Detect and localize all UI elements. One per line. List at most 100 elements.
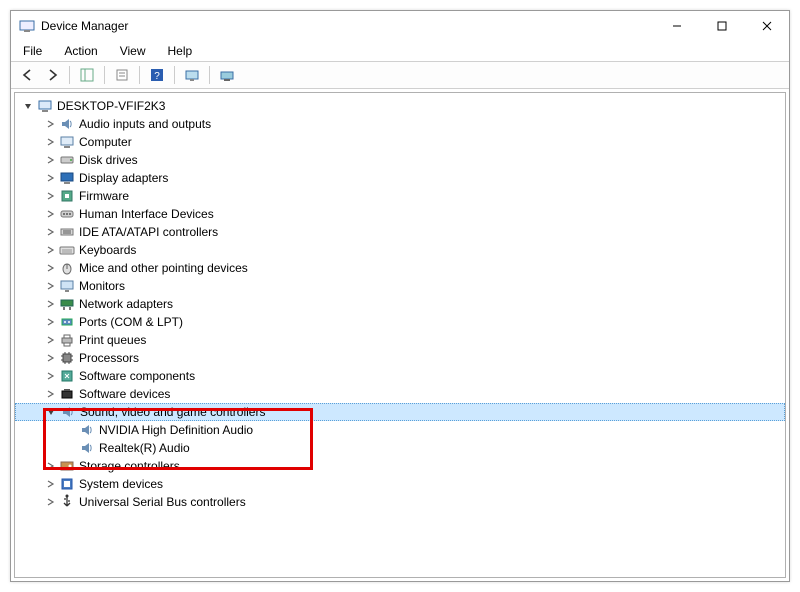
- chevron-right-icon[interactable]: [43, 333, 57, 347]
- maximize-button[interactable]: [699, 11, 744, 41]
- tree-category[interactable]: System devices: [15, 475, 785, 493]
- tree-category-label: Ports (COM & LPT): [79, 315, 183, 329]
- system-icon: [59, 476, 75, 492]
- menu-action[interactable]: Action: [60, 42, 101, 60]
- chevron-right-icon[interactable]: [43, 495, 57, 509]
- tree-category-label: Sound, video and game controllers: [80, 405, 265, 419]
- toolbar: ?: [11, 61, 789, 89]
- menu-file[interactable]: File: [19, 42, 46, 60]
- tree-category[interactable]: Keyboards: [15, 241, 785, 259]
- port-icon: [59, 314, 75, 330]
- ide-icon: [59, 224, 75, 240]
- storage-icon: [59, 458, 75, 474]
- swdev-icon: [59, 386, 75, 402]
- menu-view[interactable]: View: [116, 42, 150, 60]
- toolbar-separator: [104, 66, 105, 84]
- tree-category[interactable]: Mice and other pointing devices: [15, 259, 785, 277]
- hid-icon: [59, 206, 75, 222]
- show-hide-console-tree-button[interactable]: [76, 64, 98, 86]
- chevron-right-icon[interactable]: [43, 261, 57, 275]
- tree-category-label: Firmware: [79, 189, 129, 203]
- disk-icon: [59, 152, 75, 168]
- tree-category-label: Network adapters: [79, 297, 173, 311]
- chevron-right-icon[interactable]: [43, 135, 57, 149]
- tree-category[interactable]: Monitors: [15, 277, 785, 295]
- speaker-icon: [60, 404, 76, 420]
- tree-category[interactable]: Computer: [15, 133, 785, 151]
- view-devices-button[interactable]: [216, 64, 238, 86]
- chevron-right-icon[interactable]: [43, 477, 57, 491]
- app-icon: [19, 18, 35, 34]
- tree-category[interactable]: IDE ATA/ATAPI controllers: [15, 223, 785, 241]
- monitor-icon: [59, 278, 75, 294]
- chevron-right-icon[interactable]: [43, 369, 57, 383]
- chevron-right-icon[interactable]: [43, 189, 57, 203]
- speaker-icon: [79, 422, 95, 438]
- window-controls: [654, 11, 789, 41]
- chevron-right-icon[interactable]: [43, 243, 57, 257]
- printer-icon: [59, 332, 75, 348]
- usb-icon: [59, 494, 75, 510]
- chevron-right-icon[interactable]: [43, 279, 57, 293]
- tree-category[interactable]: Ports (COM & LPT): [15, 313, 785, 331]
- menu-help[interactable]: Help: [164, 42, 197, 60]
- tree-category-label: Software components: [79, 369, 195, 383]
- chevron-right-icon[interactable]: [43, 171, 57, 185]
- tree-category[interactable]: Network adapters: [15, 295, 785, 313]
- tree-category[interactable]: Human Interface Devices: [15, 205, 785, 223]
- tree-category-label: Software devices: [79, 387, 170, 401]
- menubar: File Action View Help: [11, 41, 789, 61]
- tree-category[interactable]: Disk drives: [15, 151, 785, 169]
- back-button[interactable]: [17, 64, 39, 86]
- chevron-right-icon[interactable]: [43, 117, 57, 131]
- chevron-right-icon[interactable]: [43, 207, 57, 221]
- computer-icon: [37, 98, 53, 114]
- chevron-right-icon[interactable]: [43, 387, 57, 401]
- tree-category-label: Universal Serial Bus controllers: [79, 495, 246, 509]
- tree-category-label: Mice and other pointing devices: [79, 261, 248, 275]
- tree-category-label: IDE ATA/ATAPI controllers: [79, 225, 218, 239]
- tree-category[interactable]: Universal Serial Bus controllers: [15, 493, 785, 511]
- forward-button[interactable]: [41, 64, 63, 86]
- tree-category-label: Print queues: [79, 333, 146, 347]
- tree-category[interactable]: Firmware: [15, 187, 785, 205]
- tree-root[interactable]: DESKTOP-VFIF2K3: [15, 97, 785, 115]
- tree-category-label: Keyboards: [79, 243, 136, 257]
- toolbar-separator: [139, 66, 140, 84]
- tree-device-label: Realtek(R) Audio: [99, 441, 190, 455]
- keyboard-icon: [59, 242, 75, 258]
- minimize-button[interactable]: [654, 11, 699, 41]
- tree-category-label: Display adapters: [79, 171, 168, 185]
- help-button[interactable]: ?: [146, 64, 168, 86]
- properties-button[interactable]: [111, 64, 133, 86]
- tree-category[interactable]: Software devices: [15, 385, 785, 403]
- tree-device[interactable]: NVIDIA High Definition Audio: [15, 421, 785, 439]
- device-manager-window: Device Manager File Action View Help ?: [10, 10, 790, 582]
- chevron-down-icon[interactable]: [44, 405, 58, 419]
- speaker-icon: [59, 116, 75, 132]
- tree-device[interactable]: Realtek(R) Audio: [15, 439, 785, 457]
- tree-category[interactable]: Audio inputs and outputs: [15, 115, 785, 133]
- close-button[interactable]: [744, 11, 789, 41]
- chevron-right-icon[interactable]: [43, 315, 57, 329]
- chevron-right-icon[interactable]: [43, 351, 57, 365]
- tree-category[interactable]: Sound, video and game controllers: [15, 403, 785, 421]
- tree-category[interactable]: Software components: [15, 367, 785, 385]
- chevron-right-icon[interactable]: [43, 153, 57, 167]
- tree-category[interactable]: Print queues: [15, 331, 785, 349]
- tree-category[interactable]: Display adapters: [15, 169, 785, 187]
- titlebar: Device Manager: [11, 11, 789, 41]
- swcomp-icon: [59, 368, 75, 384]
- tree-category-label: Monitors: [79, 279, 125, 293]
- scan-hardware-button[interactable]: [181, 64, 203, 86]
- chevron-down-icon[interactable]: [21, 99, 35, 113]
- chevron-right-icon[interactable]: [43, 459, 57, 473]
- chevron-right-icon[interactable]: [43, 225, 57, 239]
- device-tree[interactable]: DESKTOP-VFIF2K3Audio inputs and outputsC…: [14, 92, 786, 578]
- toolbar-separator: [69, 66, 70, 84]
- mouse-icon: [59, 260, 75, 276]
- chevron-right-icon[interactable]: [43, 297, 57, 311]
- tree-category[interactable]: Storage controllers: [15, 457, 785, 475]
- tree-category-label: Human Interface Devices: [79, 207, 214, 221]
- tree-category[interactable]: Processors: [15, 349, 785, 367]
